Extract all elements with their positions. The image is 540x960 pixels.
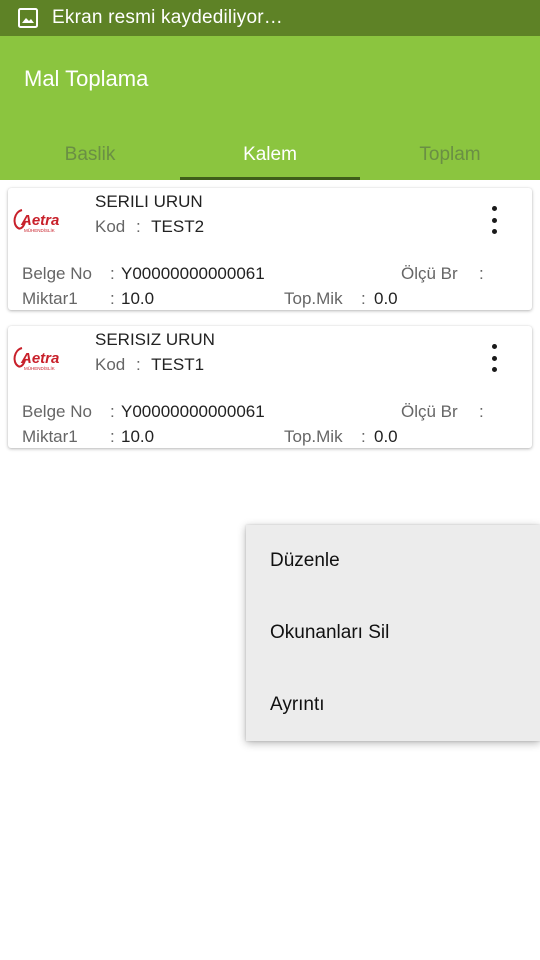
olcu-colon: : (479, 402, 484, 421)
context-menu: Düzenle Okunanları Sil Ayrıntı (246, 525, 540, 741)
page-title: Mal Toplama (24, 66, 149, 91)
item-kod: Kod : TEST1 (95, 355, 204, 375)
olcu-colon: : (479, 264, 484, 283)
belge-label: Belge No (22, 402, 92, 421)
menu-item-ayrinti[interactable]: Ayrıntı (246, 669, 540, 741)
menu-item-duzenle[interactable]: Düzenle (246, 525, 540, 597)
tab-toplam[interactable]: Toplam (360, 130, 540, 180)
miktar-label: Miktar1 (22, 427, 78, 446)
kod-colon: : (135, 355, 141, 374)
tab-kalem[interactable]: Kalem (180, 130, 360, 180)
miktar-colon: : (110, 427, 115, 446)
tab-bar: Baslik Kalem Toplam (0, 130, 540, 180)
belge-label: Belge No (22, 264, 92, 283)
item-kod: Kod : TEST2 (95, 217, 204, 237)
svg-text:Aetra: Aetra (20, 350, 59, 367)
list-item[interactable]: Aetra MÜHENDİSLİK SERILI URUN Kod : TEST… (8, 188, 532, 310)
status-text: Ekran resmi kaydediliyor… (52, 7, 283, 28)
more-options-icon[interactable] (482, 344, 506, 372)
svg-text:MÜHENDİSLİK: MÜHENDİSLİK (24, 227, 55, 233)
miktar-value: 10.0 (121, 289, 155, 308)
kod-value: TEST1 (151, 355, 205, 374)
topmik-label: Top.Mik (284, 289, 343, 308)
item-title: SERILI URUN (95, 192, 203, 211)
olcu-label: Ölçü Br (401, 264, 458, 283)
kod-label: Kod (95, 355, 126, 374)
app-bar: Mal Toplama Baslik Kalem Toplam (0, 36, 540, 180)
olcu-label: Ölçü Br (401, 402, 458, 421)
status-bar: Ekran resmi kaydediliyor… (0, 0, 540, 36)
kod-colon: : (135, 217, 141, 236)
company-logo: Aetra MÜHENDİSLİK (13, 347, 59, 371)
belge-value: Y00000000000061 (121, 402, 265, 421)
menu-item-okunanlari-sil[interactable]: Okunanları Sil (246, 597, 540, 669)
company-logo: Aetra MÜHENDİSLİK (13, 209, 59, 233)
belge-colon: : (110, 264, 115, 283)
tab-baslik[interactable]: Baslik (0, 130, 180, 180)
topmik-value: 0.0 (374, 427, 398, 446)
item-title: SERISIZ URUN (95, 330, 215, 349)
list-item[interactable]: Aetra MÜHENDİSLİK SERISIZ URUN Kod : TES… (8, 326, 532, 448)
kod-label: Kod (95, 217, 126, 236)
more-options-icon[interactable] (482, 206, 506, 234)
svg-text:MÜHENDİSLİK: MÜHENDİSLİK (24, 365, 55, 371)
svg-text:Aetra: Aetra (20, 212, 59, 229)
topmik-colon: : (361, 289, 366, 308)
belge-colon: : (110, 402, 115, 421)
belge-value: Y00000000000061 (121, 264, 265, 283)
topmik-label: Top.Mik (284, 427, 343, 446)
kod-value: TEST2 (151, 217, 205, 236)
topmik-colon: : (361, 427, 366, 446)
topmik-value: 0.0 (374, 289, 398, 308)
miktar-label: Miktar1 (22, 289, 78, 308)
miktar-colon: : (110, 289, 115, 308)
image-icon (18, 8, 38, 28)
miktar-value: 10.0 (121, 427, 155, 446)
